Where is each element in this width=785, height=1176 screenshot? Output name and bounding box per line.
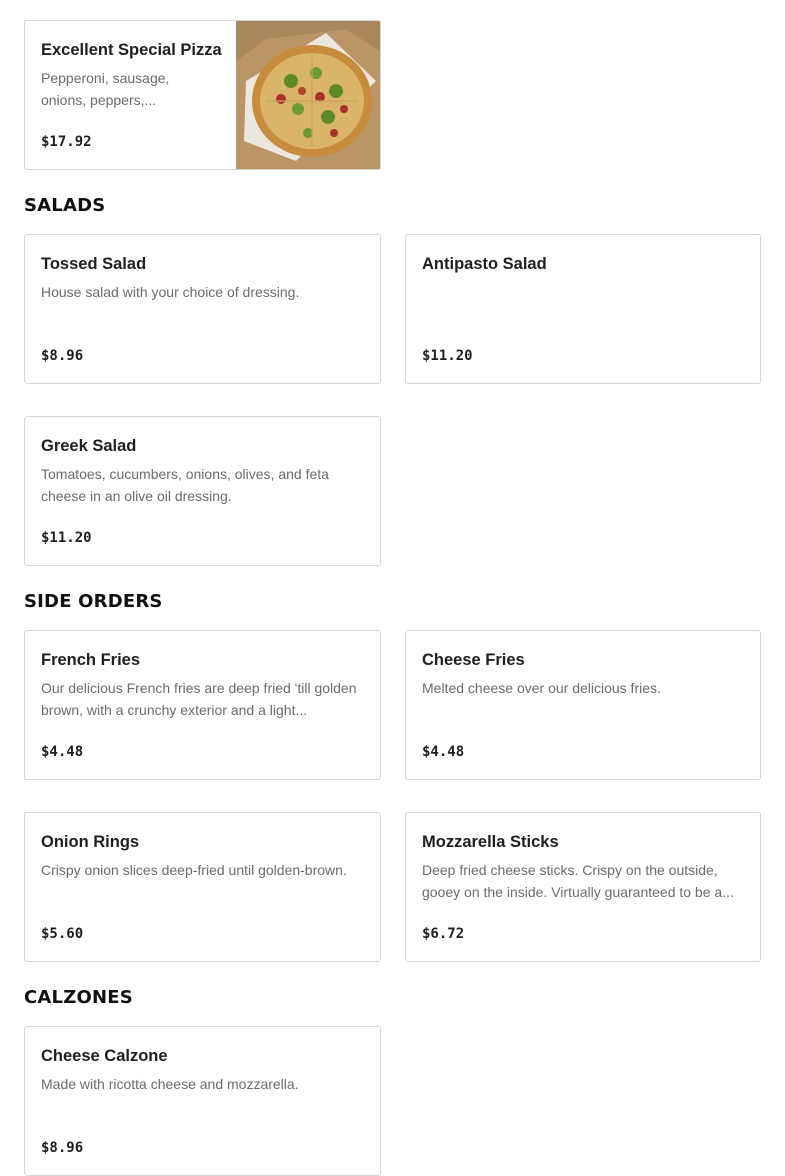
menu-item-price: $11.20	[422, 348, 473, 364]
menu-item-card[interactable]: Antipasto Salad $11.20	[405, 234, 761, 384]
menu-item-name: Cheese Calzone	[41, 1047, 168, 1065]
menu-item-price: $6.72	[422, 926, 465, 942]
menu-item-card[interactable]: Cheese Calzone Made with ricotta cheese …	[24, 1026, 381, 1176]
menu-item-price: $17.92	[41, 134, 92, 150]
menu-item-name: French Fries	[41, 651, 141, 669]
menu-item-card[interactable]: Tossed Salad House salad with your choic…	[24, 234, 381, 384]
menu-item-name: Greek Salad	[41, 437, 137, 455]
menu-item-price: $4.48	[422, 744, 465, 760]
menu-item-description: Deep fried cheese sticks. Crispy on the …	[422, 862, 734, 900]
menu-item-card-excellent-special-pizza[interactable]: Excellent Special Pizza Pepperoni, sausa…	[24, 20, 381, 170]
menu-item-description: Our delicious French fries are deep frie…	[41, 680, 357, 718]
section-heading-salads: SALADS	[24, 195, 106, 216]
menu-item-description: Crispy onion slices deep-fried until gol…	[41, 862, 347, 878]
menu-item-name: Mozzarella Sticks	[422, 833, 559, 851]
menu-item-price: $11.20	[41, 530, 92, 546]
section-heading-side-orders: SIDE ORDERS	[24, 591, 163, 612]
menu-item-description: Pepperoni, sausage, onions, peppers,...	[41, 70, 170, 108]
menu-item-name: Tossed Salad	[41, 255, 147, 273]
menu-item-price: $4.48	[41, 744, 84, 760]
menu-item-description: Melted cheese over our delicious fries.	[422, 680, 661, 696]
menu-item-price: $8.96	[41, 1140, 84, 1156]
menu-item-price: $5.60	[41, 926, 84, 942]
menu-item-card[interactable]: Onion Rings Crispy onion slices deep-fri…	[24, 812, 381, 962]
menu-item-name: Excellent Special Pizza	[41, 41, 222, 59]
menu-item-name: Antipasto Salad	[422, 255, 547, 273]
menu-item-card[interactable]: Mozzarella Sticks Deep fried cheese stic…	[405, 812, 761, 962]
menu-item-description: Made with ricotta cheese and mozzarella.	[41, 1076, 299, 1092]
menu-item-price: $8.96	[41, 348, 84, 364]
menu-item-name: Onion Rings	[41, 833, 140, 851]
section-heading-calzones: CALZONES	[24, 987, 133, 1008]
menu-item-card[interactable]: French Fries Our delicious French fries …	[24, 630, 381, 780]
menu-item-description: Tomatoes, cucumbers, onions, olives, and…	[41, 466, 329, 504]
menu-item-name: Cheese Fries	[422, 651, 525, 669]
menu-item-card[interactable]: Greek Salad Tomatoes, cucumbers, onions,…	[24, 416, 381, 566]
menu-item-description: House salad with your choice of dressing…	[41, 284, 300, 300]
menu-item-card[interactable]: Cheese Fries Melted cheese over our deli…	[405, 630, 761, 780]
pizza-photo	[236, 21, 380, 169]
